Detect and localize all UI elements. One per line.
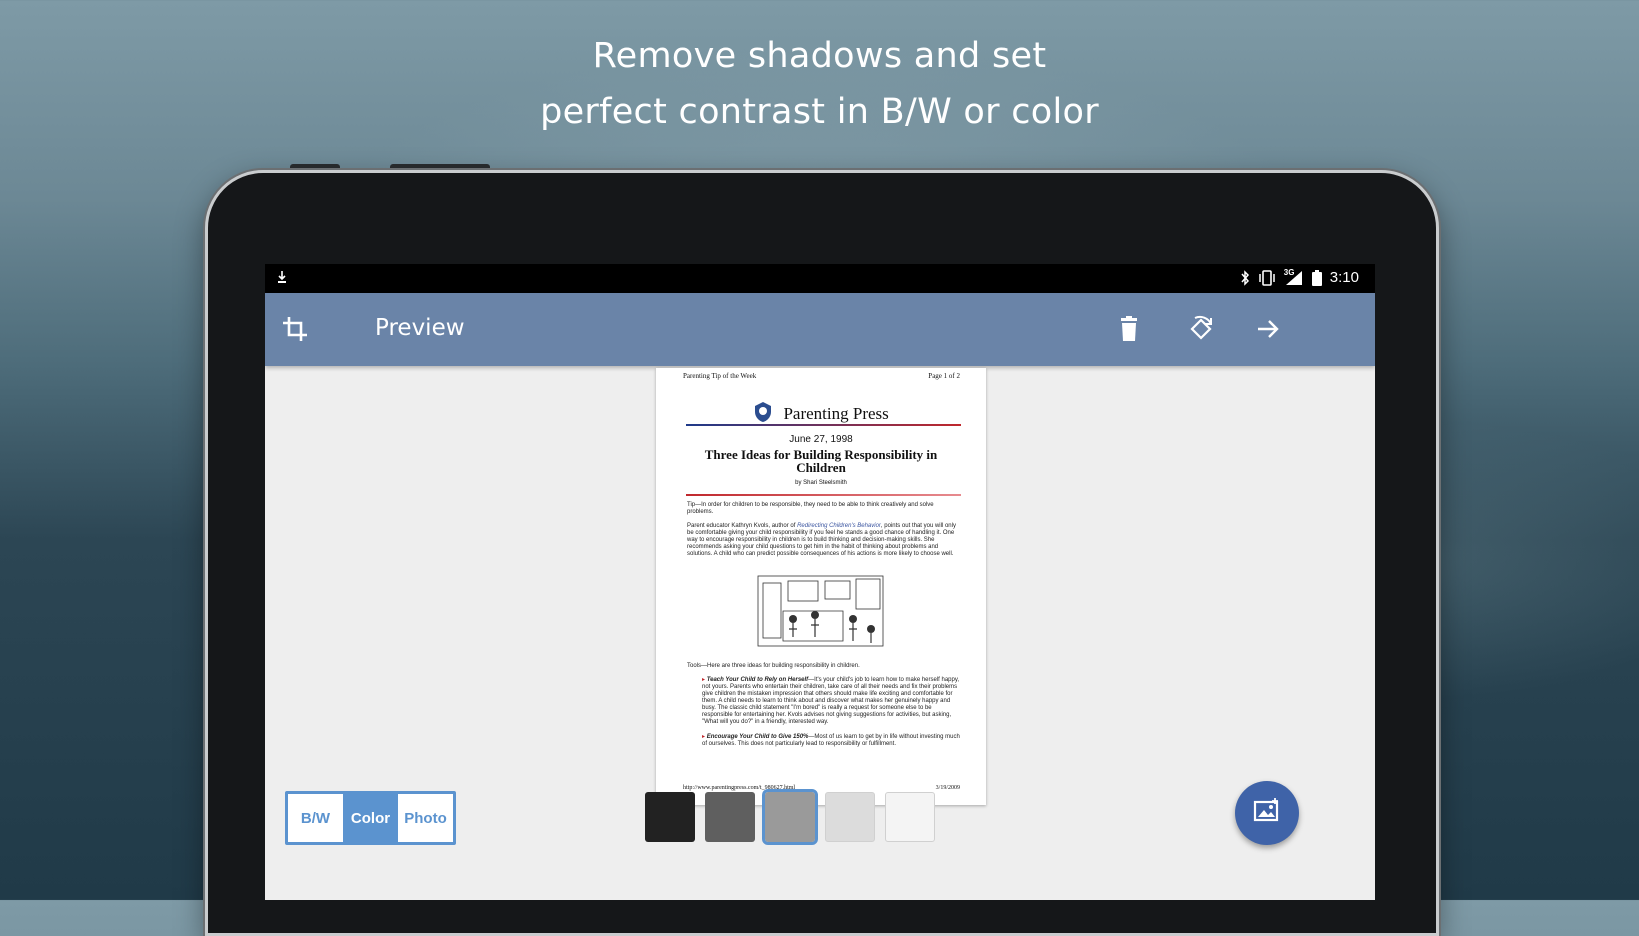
document-header-right: Page 1 of 2 <box>928 372 960 380</box>
document-logo: Parenting Press <box>656 401 986 424</box>
document-date: June 27, 1998 <box>789 434 853 445</box>
download-icon <box>277 270 287 288</box>
document-logo-text: Parenting Press <box>783 404 889 423</box>
document-bullet-2: ▸ Encourage Your Child to Give 150%—Most… <box>702 734 960 748</box>
rotate-icon[interactable] <box>1183 311 1219 347</box>
tablet-screen: 3G 3:10 Preview Parenting Tip of the Wee… <box>265 264 1375 900</box>
vibrate-icon <box>1258 269 1276 286</box>
color-mode-selector: B/W Color Photo <box>285 791 456 845</box>
document-preview[interactable]: Parenting Tip of the Week Page 1 of 2 Pa… <box>656 368 986 805</box>
swatch-medium-gray[interactable] <box>762 789 818 845</box>
document-byline: by Shari Steelsmith <box>795 480 847 486</box>
document-footer-right: 3/19/2009 <box>935 785 960 791</box>
document-title: Three Ideas for Building Responsibility … <box>704 447 938 475</box>
document-rule-bottom <box>686 494 961 496</box>
contrast-swatches <box>645 789 935 845</box>
document-header: Parenting Tip of the Week Page 1 of 2 <box>683 372 960 380</box>
toolbar-title: Preview <box>375 315 465 341</box>
document-rule-top <box>686 424 961 426</box>
swatch-dark-gray[interactable] <box>705 792 755 842</box>
document-intro-book: Redirecting Children's Behavior <box>797 523 881 529</box>
gallery-fab[interactable] <box>1235 781 1299 845</box>
toolbar: Preview <box>265 293 1375 366</box>
signal-icon: 3G <box>1283 267 1304 286</box>
headline-line-2: perfect contrast in B/W or color <box>540 92 1099 132</box>
document-illustration <box>757 575 884 647</box>
battery-icon <box>1311 269 1322 286</box>
document-bullet-1: ▸ Teach Your Child to Rely on Herself—It… <box>702 677 960 726</box>
bluetooth-icon <box>1240 269 1250 286</box>
mode-bw-button[interactable]: B/W <box>288 794 343 842</box>
arrow-forward-icon[interactable] <box>1250 311 1286 347</box>
status-bar: 3G 3:10 <box>265 264 1375 293</box>
headline: Remove shadows and set perfect contrast … <box>0 28 1639 140</box>
mode-color-button[interactable]: Color <box>343 794 398 842</box>
image-icon <box>1253 797 1281 829</box>
document-footer: http://www.parentingpress.com/t_980627.h… <box>683 785 960 791</box>
document-tools-paragraph: Tools—Here are three ideas for building … <box>687 663 860 669</box>
document-bullet-1-text: —It's your child's job to learn how to m… <box>702 677 960 725</box>
status-time: 3:10 <box>1329 269 1359 286</box>
crest-icon <box>753 401 773 423</box>
mode-photo-button[interactable]: Photo <box>398 794 453 842</box>
document-tip-paragraph: Tip—In order for children to be responsi… <box>687 502 934 515</box>
headline-line-1: Remove shadows and set <box>592 36 1047 76</box>
network-type-label: 3G <box>1283 267 1295 277</box>
document-intro-start: Parent educator Kathryn Kvols, author of <box>687 523 798 529</box>
document-footer-left: http://www.parentingpress.com/t_980627.h… <box>683 785 796 791</box>
swatch-light-gray[interactable] <box>825 792 875 842</box>
document-bullet-2-title: Encourage Your Child to Give 150% <box>706 734 809 740</box>
swatch-white[interactable] <box>885 792 935 842</box>
crop-icon[interactable] <box>277 311 313 347</box>
delete-icon[interactable] <box>1111 311 1147 347</box>
document-header-left: Parenting Tip of the Week <box>683 372 757 380</box>
swatch-black[interactable] <box>645 792 695 842</box>
document-intro-paragraph: Parent educator Kathryn Kvols, author of… <box>687 523 959 558</box>
document-bullet-1-title: Teach Your Child to Rely on Herself <box>706 677 809 683</box>
